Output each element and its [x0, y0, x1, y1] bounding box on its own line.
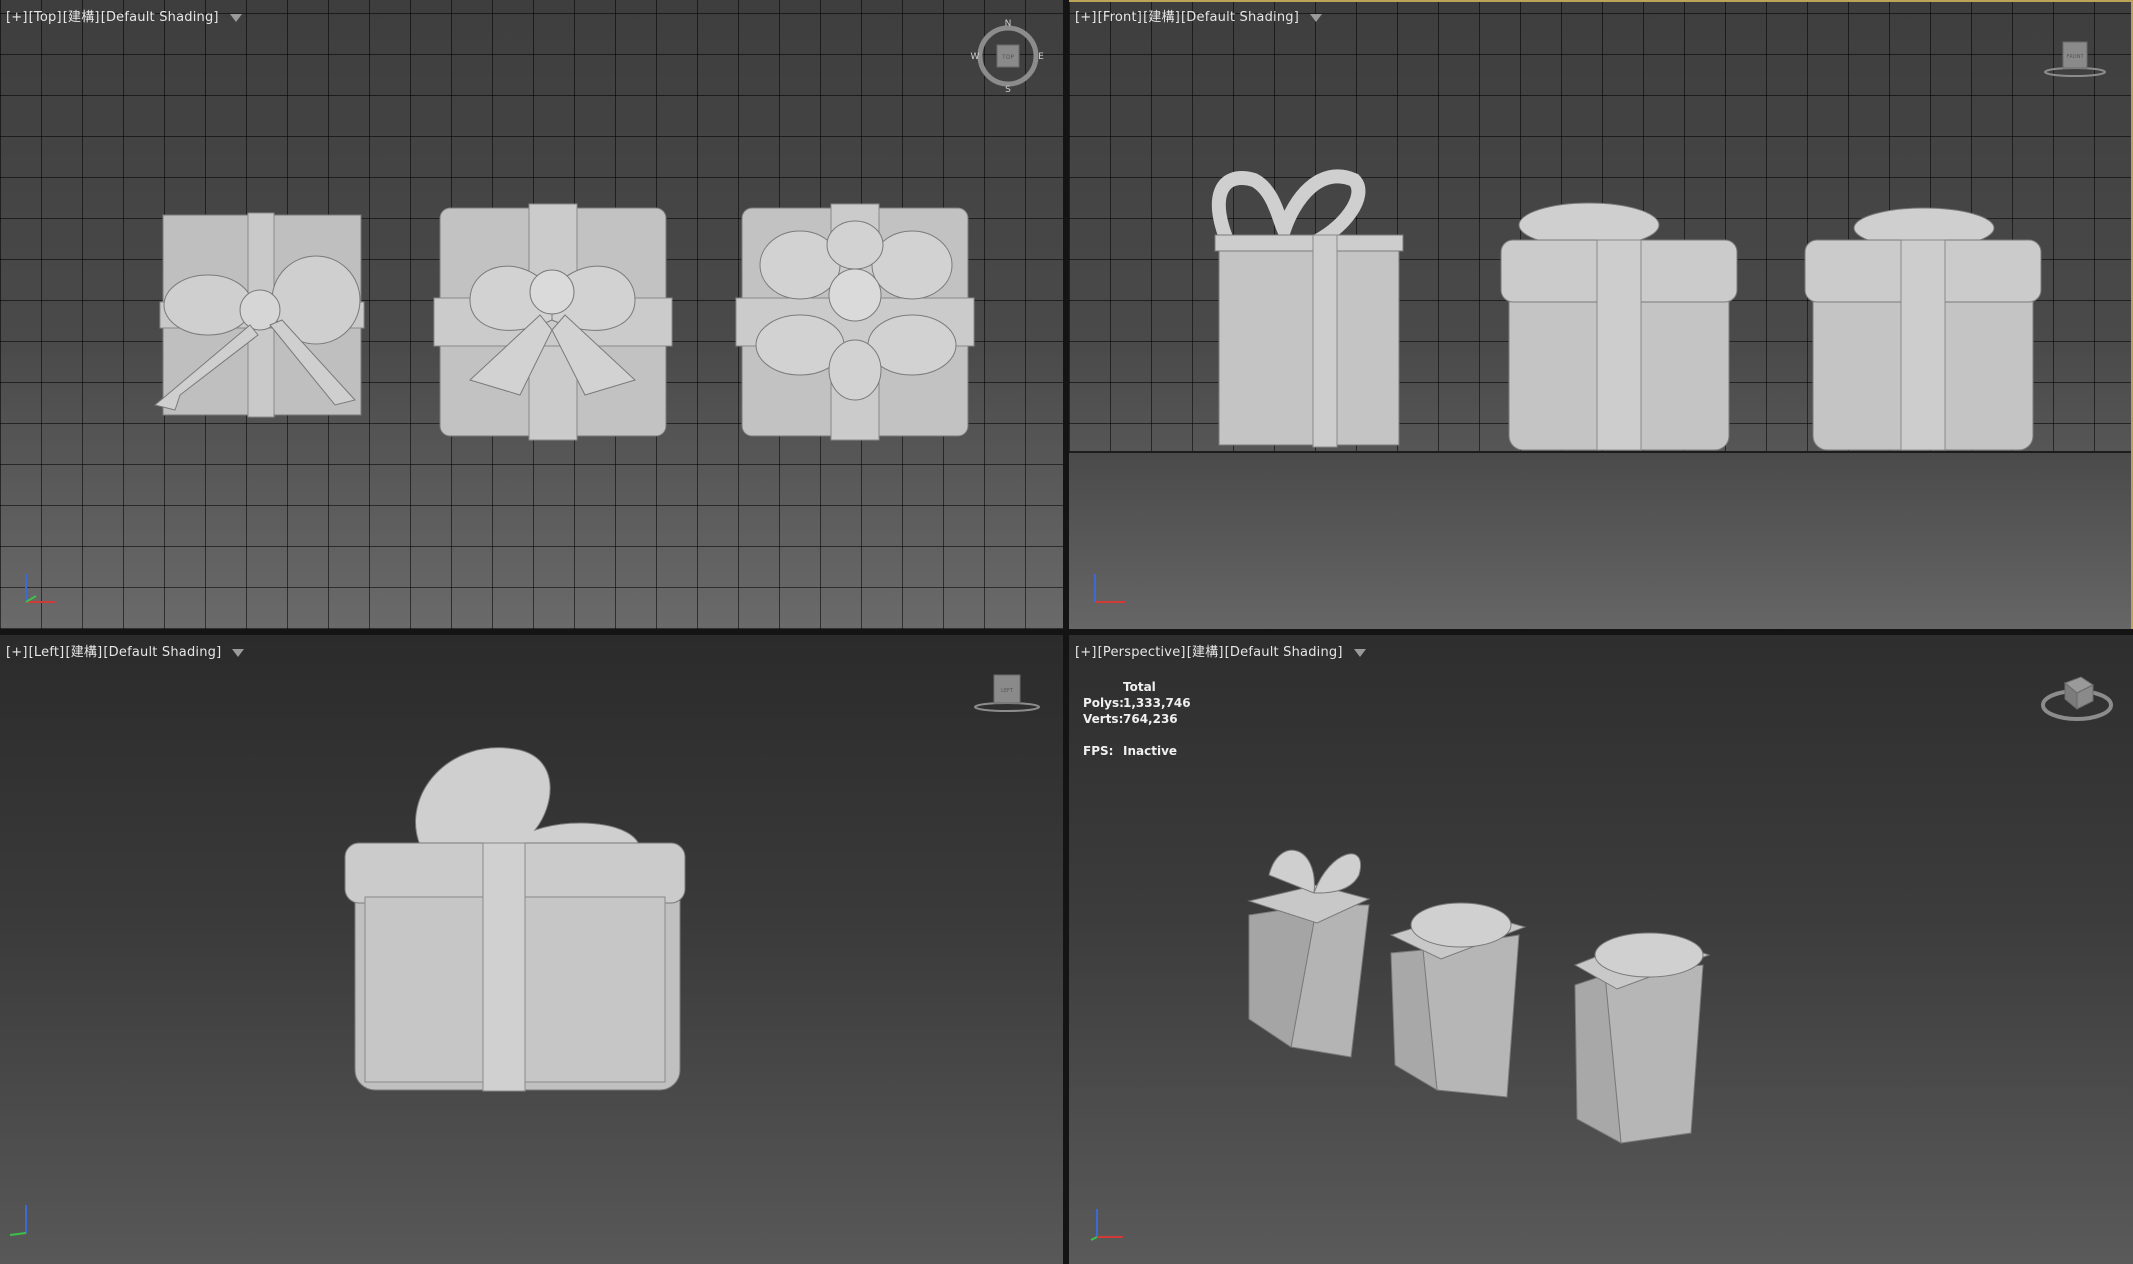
gift-box-3[interactable]	[1573, 932, 1711, 1144]
viewport-left[interactable]: [+][Left][建構][Default Shading] LEFT	[0, 635, 1063, 1264]
gift-box-1[interactable]	[1211, 169, 1404, 448]
gift-model-left[interactable]	[0, 635, 1063, 1264]
viewport-perspective[interactable]: [+][Perspective][建構][Default Shading] To…	[1069, 635, 2133, 1264]
gift-models-perspective[interactable]	[1069, 635, 2133, 1264]
gift-box-2[interactable]	[1389, 902, 1527, 1098]
viewport-top[interactable]: [+][Top][建構][Default Shading] TOP N S E …	[0, 0, 1063, 629]
axis-tripod	[1094, 574, 1125, 603]
axis-tripod	[9, 1205, 27, 1236]
viewport-splitter-horizontal[interactable]	[0, 629, 2133, 635]
gift-models-front[interactable]	[1069, 0, 2133, 629]
gift-box-2[interactable]	[433, 203, 673, 441]
gift-box-3[interactable]	[1804, 207, 2042, 451]
viewport-front[interactable]: [+][Front][建構][Default Shading] FRONT	[1069, 0, 2133, 629]
gift-box-2[interactable]	[1500, 202, 1738, 451]
gift-box-1[interactable]	[153, 212, 365, 418]
gift-box-3[interactable]	[735, 203, 975, 441]
gift-box-1[interactable]	[1247, 849, 1371, 1058]
gift-models-top[interactable]	[0, 0, 1063, 629]
axis-tripod	[1090, 1209, 1123, 1241]
axis-tripod	[25, 574, 56, 603]
